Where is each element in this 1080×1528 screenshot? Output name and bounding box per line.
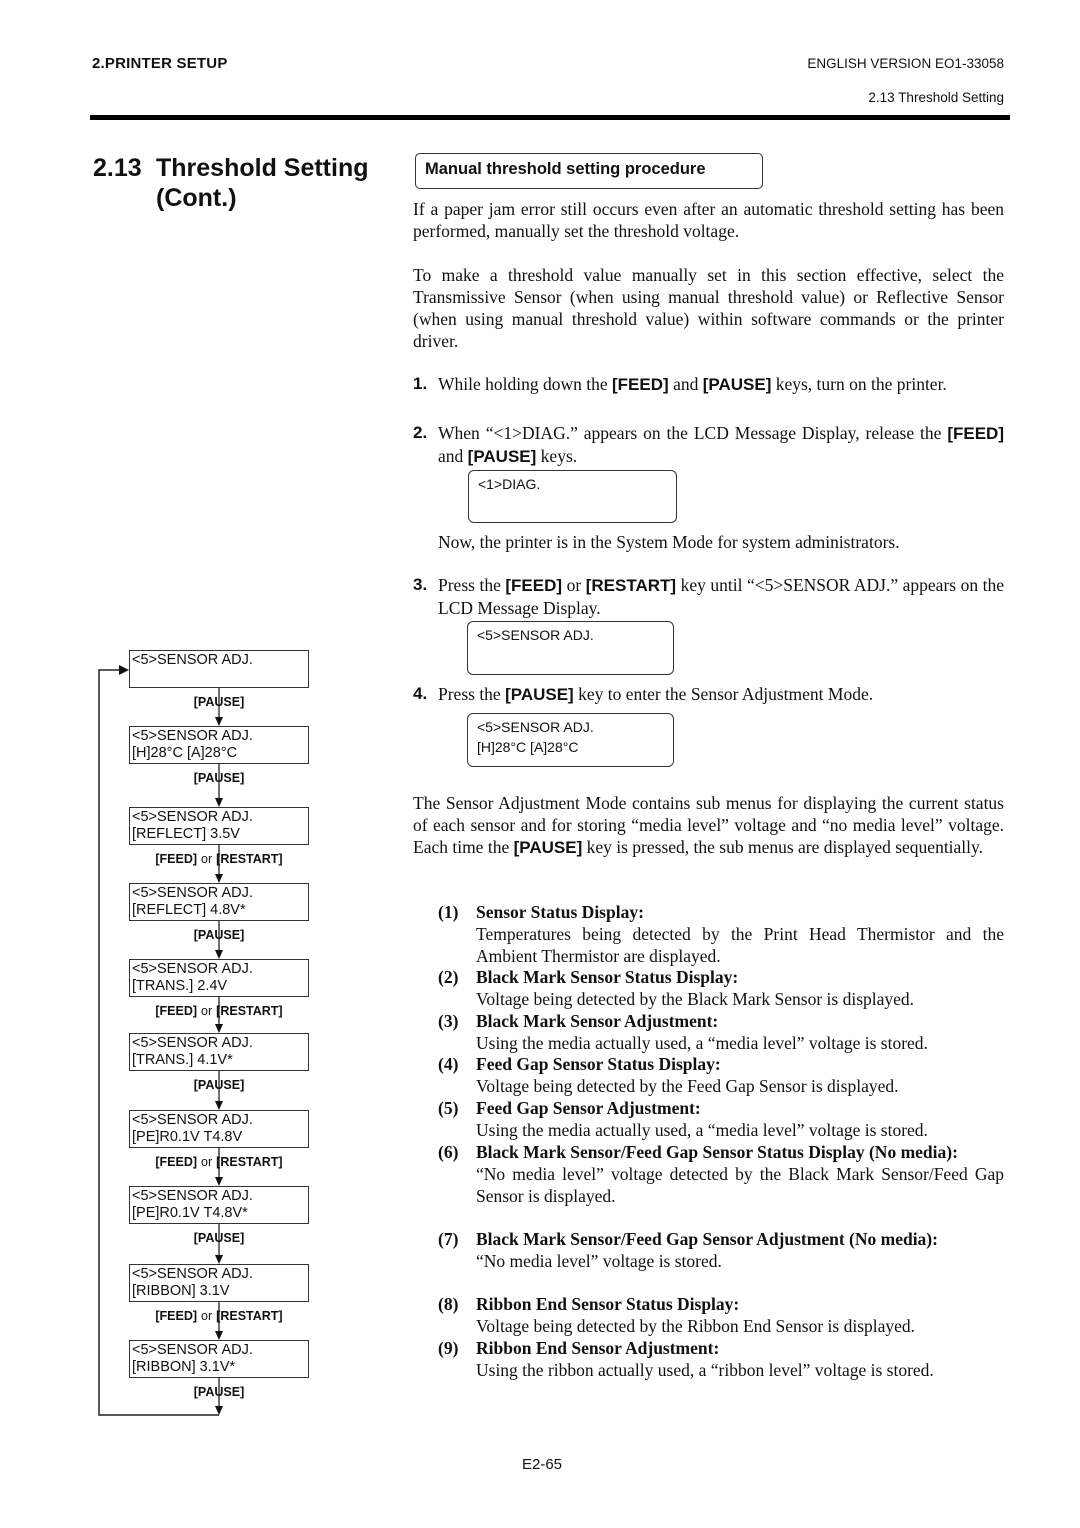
submenu-title: Feed Gap Sensor Status Display:	[476, 1054, 721, 1074]
transition-pause-label: [PAUSE]	[193, 695, 245, 709]
transition-feed-restart-label: [FEED] or [RESTART]	[155, 852, 283, 866]
submenu-item: (3) Black Mark Sensor Adjustment: Using …	[438, 1010, 1004, 1054]
submenu-desc: Voltage being detected by the Feed Gap S…	[476, 1076, 899, 1096]
flow-lcd-box: <5>SENSOR ADJ. [H]28°C [A]28°C	[129, 726, 309, 764]
flow-lcd-box: <5>SENSOR ADJ. [RIBBON] 3.1V	[129, 1264, 309, 1302]
arrow-down-icon	[215, 798, 223, 807]
arrow-down-icon	[215, 1101, 223, 1110]
transition-feed-restart-label: [FEED] or [RESTART]	[155, 1155, 283, 1169]
feed-key: [FEED]	[505, 576, 563, 595]
flow-lcd-box: <5>SENSOR ADJ. [REFLECT] 4.8V*	[129, 883, 309, 921]
submenu-title: Ribbon End Sensor Adjustment:	[476, 1338, 720, 1358]
submenu-desc: Voltage being detected by the Ribbon End…	[476, 1316, 916, 1336]
submenu-title: Sensor Status Display:	[476, 902, 644, 922]
version-label: ENGLISH VERSION EO1-33058	[807, 56, 1004, 71]
pause-key: [PAUSE]	[467, 447, 537, 466]
submenu-title: Black Mark Sensor Status Display:	[476, 967, 739, 987]
step-2: 2. When “<1>DIAG.” appears on the LCD Me…	[413, 423, 1004, 466]
flow-lcd-box: <5>SENSOR ADJ. [TRANS.] 2.4V	[129, 959, 309, 997]
submenu-item: (4) Feed Gap Sensor Status Display: Volt…	[438, 1053, 1004, 1097]
transition-pause-label: [PAUSE]	[193, 1231, 245, 1245]
submenu-desc: Temperatures being detected by the Print…	[476, 924, 1004, 966]
transition-pause-label: [PAUSE]	[193, 771, 245, 785]
flow-lcd-box: <5>SENSOR ADJ. [RIBBON] 3.1V*	[129, 1340, 309, 1378]
transition-pause-label: [PAUSE]	[193, 1078, 245, 1092]
restart-key: [RESTART]	[585, 576, 677, 595]
submenu-item: (1) Sensor Status Display: Temperatures …	[438, 902, 1004, 966]
feed-key: [FEED]	[612, 375, 669, 394]
arrow-down-icon	[215, 1331, 223, 1340]
step-number: 1.	[413, 374, 428, 393]
flow-lcd-box: <5>SENSOR ADJ. [PE]R0.1V T4.8V	[129, 1110, 309, 1148]
submenu-title: Black Mark Sensor/Feed Gap Sensor Status…	[476, 1142, 958, 1162]
submenu-desc: “No media level” voltage is stored.	[476, 1251, 722, 1271]
submenu-item: (2) Black Mark Sensor Status Display: Vo…	[438, 966, 1004, 1010]
arrow-down-icon	[215, 717, 223, 726]
submenu-title: Black Mark Sensor Adjustment:	[476, 1011, 719, 1031]
transition-feed-restart-label: [FEED] or [RESTART]	[155, 1309, 283, 1323]
procedure-title-box: Manual threshold setting procedure	[415, 153, 763, 189]
flow-lcd-box: <5>SENSOR ADJ.	[129, 650, 309, 688]
lcd-display-sensor-adj: <5>SENSOR ADJ.	[467, 621, 674, 675]
arrow-down-icon	[215, 874, 223, 883]
submenu-item: (9) Ribbon End Sensor Adjustment: Using …	[438, 1337, 1004, 1381]
step-4: 4. Press the [PAUSE] key to enter the Se…	[413, 684, 874, 704]
step-number: 3.	[413, 575, 428, 594]
submenu-item: (5) Feed Gap Sensor Adjustment: Using th…	[438, 1097, 1004, 1141]
submenu-item: (6) Black Mark Sensor/Feed Gap Sensor St…	[438, 1142, 1004, 1206]
step-3: 3. Press the [FEED] or [RESTART] key unt…	[413, 575, 1005, 618]
flow-lcd-box: <5>SENSOR ADJ. [PE]R0.1V T4.8V*	[129, 1186, 309, 1224]
arrow-down-icon	[215, 950, 223, 959]
submenu-title: Ribbon End Sensor Status Display:	[476, 1294, 740, 1314]
transition-pause-label: [PAUSE]	[193, 928, 245, 942]
submenu-desc: Using the ribbon actually used, a “ribbo…	[476, 1360, 934, 1380]
intro-paragraph-2: To make a threshold value manually set i…	[413, 265, 1004, 351]
transition-pause-label: [PAUSE]	[193, 1385, 245, 1399]
step-1: 1. While holding down the [FEED] and [PA…	[413, 374, 947, 394]
intro-paragraph-1: If a paper jam error still occurs even a…	[413, 199, 1004, 241]
flow-lcd-box: <5>SENSOR ADJ. [REFLECT] 3.5V	[129, 807, 309, 845]
flow-lcd-box: <5>SENSOR ADJ. [TRANS.] 4.1V*	[129, 1033, 309, 1071]
submenu-title: Black Mark Sensor/Feed Gap Sensor Adjust…	[476, 1229, 938, 1249]
arrow-right-icon	[119, 665, 129, 675]
system-mode-note: Now, the printer is in the System Mode f…	[438, 532, 900, 552]
mode-description: The Sensor Adjustment Mode contains sub …	[413, 793, 1004, 857]
arrow-down-icon	[215, 1177, 223, 1186]
submenu-item: (7) Black Mark Sensor/Feed Gap Sensor Ad…	[438, 1228, 1004, 1272]
lcd-display-sensor-temp: <5>SENSOR ADJ. [H]28°C [A]28°C	[467, 713, 674, 767]
arrow-down-icon	[215, 1255, 223, 1264]
submenu-desc: Voltage being detected by the Black Mark…	[476, 989, 915, 1009]
pause-key: [PAUSE]	[505, 685, 574, 704]
pause-key: [PAUSE]	[702, 375, 772, 394]
arrow-down-icon	[215, 1406, 223, 1415]
submenu-item: (8) Ribbon End Sensor Status Display: Vo…	[438, 1293, 1004, 1337]
submenu-desc: Using the media actually used, a “media …	[476, 1120, 928, 1140]
step-number: 4.	[413, 684, 428, 703]
feed-key: [FEED]	[947, 424, 1004, 443]
transition-feed-restart-label: [FEED] or [RESTART]	[155, 1004, 283, 1018]
arrow-down-icon	[215, 1024, 223, 1033]
step-number: 2.	[413, 423, 428, 442]
submenu-desc: “No media level” voltage detected by the…	[476, 1164, 1004, 1206]
page-number: E2-65	[522, 1456, 563, 1473]
submenu-title: Feed Gap Sensor Adjustment:	[476, 1098, 701, 1118]
section-reference: 2.13 Threshold Setting	[868, 90, 1004, 105]
submenu-desc: Using the media actually used, a “media …	[476, 1033, 928, 1053]
pause-key: [PAUSE]	[513, 838, 583, 857]
lcd-display-diag: <1>DIAG.	[468, 470, 677, 523]
